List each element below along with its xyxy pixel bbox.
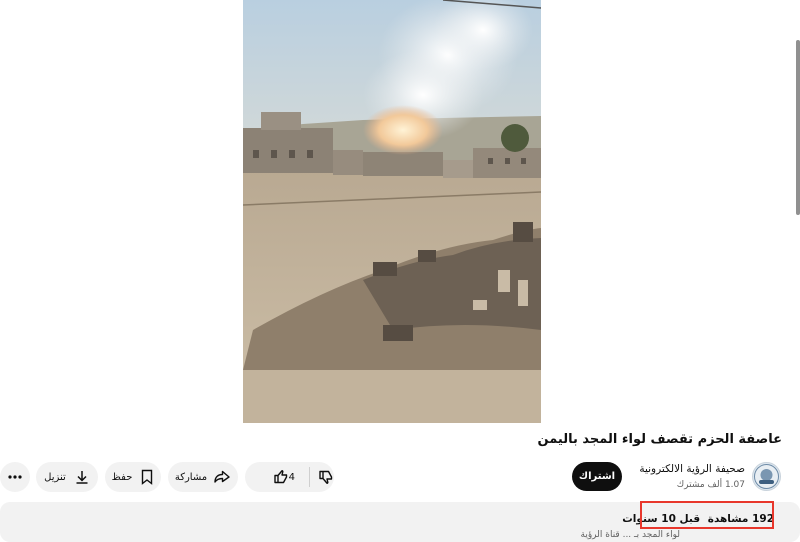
share-icon bbox=[214, 470, 230, 483]
subscribe-button[interactable]: اشتراك bbox=[572, 462, 622, 491]
video-player[interactable] bbox=[243, 0, 541, 423]
download-icon bbox=[76, 471, 88, 484]
save-button[interactable]: حفظ bbox=[105, 462, 161, 492]
channel-avatar[interactable] bbox=[752, 462, 781, 491]
more-actions-button[interactable] bbox=[0, 462, 30, 492]
bookmark-icon bbox=[142, 469, 153, 485]
channel-name[interactable]: صحيفة الرؤية الالكترونية bbox=[639, 463, 745, 475]
video-title: عاصفة الحزم تقصف لواء المجد باليمن bbox=[537, 432, 782, 447]
channel-logo-icon bbox=[754, 464, 779, 489]
like-icon[interactable] bbox=[273, 469, 289, 485]
annotation-highlight-box bbox=[640, 501, 774, 529]
download-button[interactable]: تنزيل bbox=[36, 462, 98, 492]
description-snippet: لواء المجد بـ ... قناة الرؤية bbox=[580, 530, 681, 540]
like-dislike-group: 4 bbox=[245, 462, 334, 492]
page-scrollbar[interactable] bbox=[796, 40, 800, 215]
dislike-icon[interactable] bbox=[318, 469, 334, 485]
video-frame bbox=[243, 0, 541, 423]
download-label: تنزيل bbox=[44, 471, 66, 483]
share-button[interactable]: مشاركة bbox=[168, 462, 238, 492]
like-count: 4 bbox=[288, 471, 295, 483]
share-label: مشاركة bbox=[174, 471, 208, 483]
subscriber-count: 1.07 ألف مشترك bbox=[676, 480, 745, 490]
like-separator bbox=[309, 467, 310, 487]
more-horizontal-icon bbox=[8, 475, 22, 479]
save-label: حفظ bbox=[111, 471, 133, 483]
